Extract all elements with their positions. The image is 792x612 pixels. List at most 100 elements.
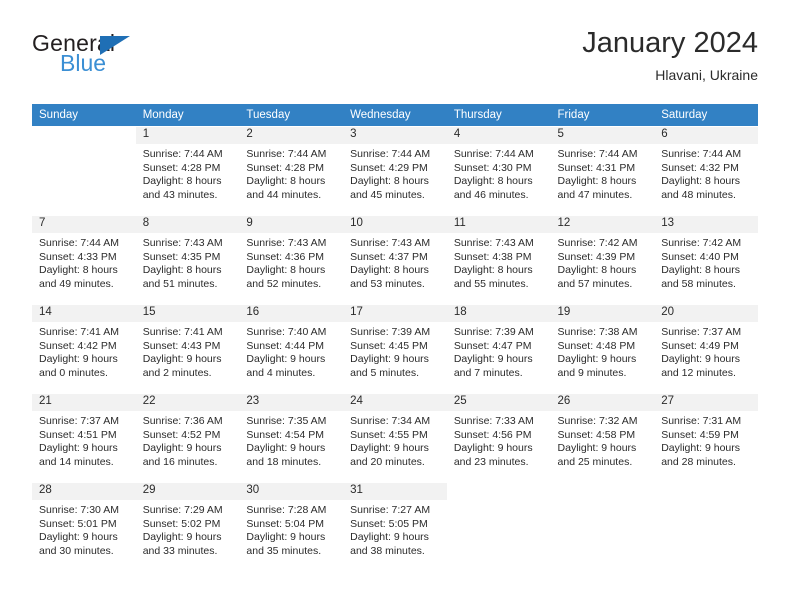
day-number: 4 (446, 127, 551, 144)
daylight-minutes: and 33 minutes. (142, 544, 218, 557)
sunset-time: Sunset: 4:32 PM (661, 161, 739, 174)
sunset-time: Sunset: 4:33 PM (39, 250, 117, 263)
calendar-day-cell[interactable]: 29 Sunrise: 7:29 AM Sunset: 5:02 PM Dayligh… (135, 482, 240, 572)
calendar-day-cell[interactable]: 5 Sunrise: 7:44 AM Sunset: 4:31 PM Daylight… (550, 126, 655, 216)
sunrise-time: Sunrise: 7:44 AM (557, 148, 638, 160)
day-number: 20 (654, 305, 758, 322)
sunset-time: Sunset: 4:56 PM (453, 428, 532, 441)
daylight-minutes: and 14 minutes. (39, 455, 114, 468)
daylight-hours: Daylight: 8 hours (246, 264, 326, 277)
calendar-day-cell[interactable]: 3 Sunrise: 7:44 AM Sunset: 4:29 PM Daylight… (343, 126, 447, 216)
calendar-day-cell[interactable]: 28 Sunrise: 7:30 AM Sunset: 5:01 PM Dayligh… (32, 482, 136, 572)
daylight-hours: Daylight: 9 hours (661, 442, 741, 455)
sunset-time: Sunset: 4:43 PM (142, 339, 221, 352)
calendar-day-cell[interactable]: 7 Sunrise: 7:44 AM Sunset: 4:33 PM Daylight… (32, 215, 136, 305)
day-cell-inner: 30 Sunrise: 7:28 AM Sunset: 5:04 PM Dayligh… (239, 483, 344, 571)
sunrise-time: Sunrise: 7:43 AM (350, 237, 431, 249)
calendar-day-cell[interactable]: 20 Sunrise: 7:37 AM Sunset: 4:49 PM Dayligh… (654, 304, 758, 394)
calendar-day-cell[interactable]: 21 Sunrise: 7:37 AM Sunset: 4:51 PM Dayligh… (32, 393, 136, 483)
sunset-time: Sunset: 4:45 PM (350, 339, 428, 352)
daylight-minutes: and 0 minutes. (39, 366, 108, 379)
calendar-page: General Blue January 2024 Hlavani, Ukrai… (0, 0, 792, 612)
daylight-hours: Daylight: 8 hours (350, 175, 429, 188)
sunrise-time: Sunrise: 7:39 AM (350, 326, 431, 338)
day-number: 9 (239, 216, 344, 233)
day-details: Sunrise: 7:31 AM Sunset: 4:59 PM Daylight:… (654, 411, 758, 469)
day-cell-inner: 7 Sunrise: 7:44 AM Sunset: 4:33 PM Daylight… (32, 216, 136, 304)
day-details: Sunrise: 7:40 AM Sunset: 4:44 PM Daylight:… (239, 322, 343, 380)
sunrise-time: Sunrise: 7:33 AM (453, 415, 534, 427)
sunset-time: Sunset: 4:37 PM (350, 250, 428, 263)
daylight-hours: Daylight: 9 hours (453, 442, 533, 455)
page-title: January 2024 (582, 27, 758, 59)
day-cell-inner: 25 Sunrise: 7:33 AM Sunset: 4:56 PM Dayligh… (446, 394, 551, 482)
day-details: Sunrise: 7:38 AM Sunset: 4:48 PM Daylight:… (551, 322, 655, 380)
calendar-day-cell[interactable]: 18 Sunrise: 7:39 AM Sunset: 4:47 PM Dayligh… (446, 304, 551, 394)
sunrise-time: Sunrise: 7:29 AM (142, 504, 223, 516)
day-cell-inner (550, 483, 655, 571)
daylight-hours: Daylight: 9 hours (142, 531, 222, 544)
day-number: 7 (32, 216, 136, 233)
calendar-day-cell[interactable]: 22 Sunrise: 7:36 AM Sunset: 4:52 PM Dayligh… (135, 393, 240, 483)
sunset-time: Sunset: 4:31 PM (557, 161, 636, 174)
page-header: General Blue January 2024 Hlavani, Ukrai… (32, 27, 758, 96)
title-block: January 2024 Hlavani, Ukraine (582, 26, 758, 83)
day-number: 5 (550, 127, 655, 144)
day-cell-inner: 2 Sunrise: 7:44 AM Sunset: 4:28 PM Daylight… (239, 127, 344, 215)
calendar-day-cell[interactable]: 19 Sunrise: 7:38 AM Sunset: 4:48 PM Dayligh… (550, 304, 655, 394)
calendar-day-cell[interactable]: 13 Sunrise: 7:42 AM Sunset: 4:40 PM Dayligh… (654, 215, 758, 305)
calendar-day-cell[interactable]: 26 Sunrise: 7:32 AM Sunset: 4:58 PM Dayligh… (550, 393, 655, 483)
calendar-day-cell[interactable]: 1 Sunrise: 7:44 AM Sunset: 4:28 PM Daylight… (135, 126, 240, 216)
calendar-day-cell[interactable]: 25 Sunrise: 7:33 AM Sunset: 4:56 PM Dayligh… (446, 393, 551, 483)
sunrise-time: Sunrise: 7:42 AM (557, 237, 638, 249)
calendar-day-cell[interactable]: 27 Sunrise: 7:31 AM Sunset: 4:59 PM Dayligh… (654, 393, 758, 483)
daylight-minutes: and 16 minutes. (142, 455, 218, 468)
sunset-time: Sunset: 4:38 PM (453, 250, 532, 263)
daylight-minutes: and 38 minutes. (350, 544, 425, 557)
calendar-week-row: 21 Sunrise: 7:37 AM Sunset: 4:51 PM Dayligh… (32, 393, 758, 483)
daylight-hours: Daylight: 9 hours (39, 442, 118, 455)
weekday-header-saturday: Saturday (654, 104, 758, 127)
calendar-cell-empty (446, 482, 551, 572)
day-number: 17 (343, 305, 447, 322)
day-details: Sunrise: 7:39 AM Sunset: 4:45 PM Daylight:… (343, 322, 447, 380)
calendar-day-cell[interactable]: 14 Sunrise: 7:41 AM Sunset: 4:42 PM Dayligh… (32, 304, 136, 394)
calendar-day-cell[interactable]: 30 Sunrise: 7:28 AM Sunset: 5:04 PM Dayligh… (239, 482, 344, 572)
calendar-day-cell[interactable]: 6 Sunrise: 7:44 AM Sunset: 4:32 PM Daylight… (654, 126, 758, 216)
calendar-day-cell[interactable]: 8 Sunrise: 7:43 AM Sunset: 4:35 PM Daylight… (135, 215, 240, 305)
sunrise-time: Sunrise: 7:38 AM (557, 326, 638, 338)
calendar-day-cell[interactable]: 17 Sunrise: 7:39 AM Sunset: 4:45 PM Dayligh… (343, 304, 447, 394)
calendar-day-cell[interactable]: 16 Sunrise: 7:40 AM Sunset: 4:44 PM Dayligh… (239, 304, 344, 394)
sunrise-time: Sunrise: 7:40 AM (246, 326, 327, 338)
daylight-minutes: and 30 minutes. (39, 544, 114, 557)
calendar-day-cell[interactable]: 2 Sunrise: 7:44 AM Sunset: 4:28 PM Daylight… (239, 126, 344, 216)
sunset-time: Sunset: 4:51 PM (39, 428, 117, 441)
daylight-hours: Daylight: 9 hours (142, 353, 222, 366)
day-cell-inner: 3 Sunrise: 7:44 AM Sunset: 4:29 PM Daylight… (343, 127, 447, 215)
calendar-day-cell[interactable]: 24 Sunrise: 7:34 AM Sunset: 4:55 PM Dayligh… (343, 393, 447, 483)
calendar-day-cell[interactable]: 31 Sunrise: 7:27 AM Sunset: 5:05 PM Dayligh… (343, 482, 447, 572)
calendar-day-cell[interactable]: 4 Sunrise: 7:44 AM Sunset: 4:30 PM Daylight… (446, 126, 551, 216)
sunrise-time: Sunrise: 7:28 AM (246, 504, 327, 516)
daylight-hours: Daylight: 8 hours (246, 175, 326, 188)
daylight-minutes: and 45 minutes. (350, 188, 425, 201)
sunset-time: Sunset: 4:42 PM (39, 339, 117, 352)
calendar-day-cell[interactable]: 15 Sunrise: 7:41 AM Sunset: 4:43 PM Dayligh… (135, 304, 240, 394)
day-number: 31 (343, 483, 447, 500)
calendar-day-cell[interactable]: 10 Sunrise: 7:43 AM Sunset: 4:37 PM Dayligh… (343, 215, 447, 305)
day-number: 15 (135, 305, 240, 322)
day-cell-inner: 20 Sunrise: 7:37 AM Sunset: 4:49 PM Dayligh… (654, 305, 758, 393)
daylight-minutes: and 5 minutes. (350, 366, 419, 379)
day-number (654, 483, 758, 500)
calendar-day-cell[interactable]: 11 Sunrise: 7:43 AM Sunset: 4:38 PM Dayligh… (446, 215, 551, 305)
daylight-minutes: and 23 minutes. (453, 455, 529, 468)
day-details: Sunrise: 7:30 AM Sunset: 5:01 PM Daylight:… (32, 500, 136, 558)
day-details: Sunrise: 7:34 AM Sunset: 4:55 PM Daylight:… (343, 411, 447, 469)
calendar-day-cell[interactable]: 12 Sunrise: 7:42 AM Sunset: 4:39 PM Dayligh… (550, 215, 655, 305)
daylight-minutes: and 44 minutes. (246, 188, 322, 201)
calendar-day-cell[interactable]: 9 Sunrise: 7:43 AM Sunset: 4:36 PM Daylight… (239, 215, 344, 305)
day-details: Sunrise: 7:32 AM Sunset: 4:58 PM Daylight:… (551, 411, 655, 469)
general-blue-logo[interactable]: General Blue (32, 30, 212, 90)
day-cell-inner (446, 483, 551, 571)
calendar-day-cell[interactable]: 23 Sunrise: 7:35 AM Sunset: 4:54 PM Dayligh… (239, 393, 344, 483)
